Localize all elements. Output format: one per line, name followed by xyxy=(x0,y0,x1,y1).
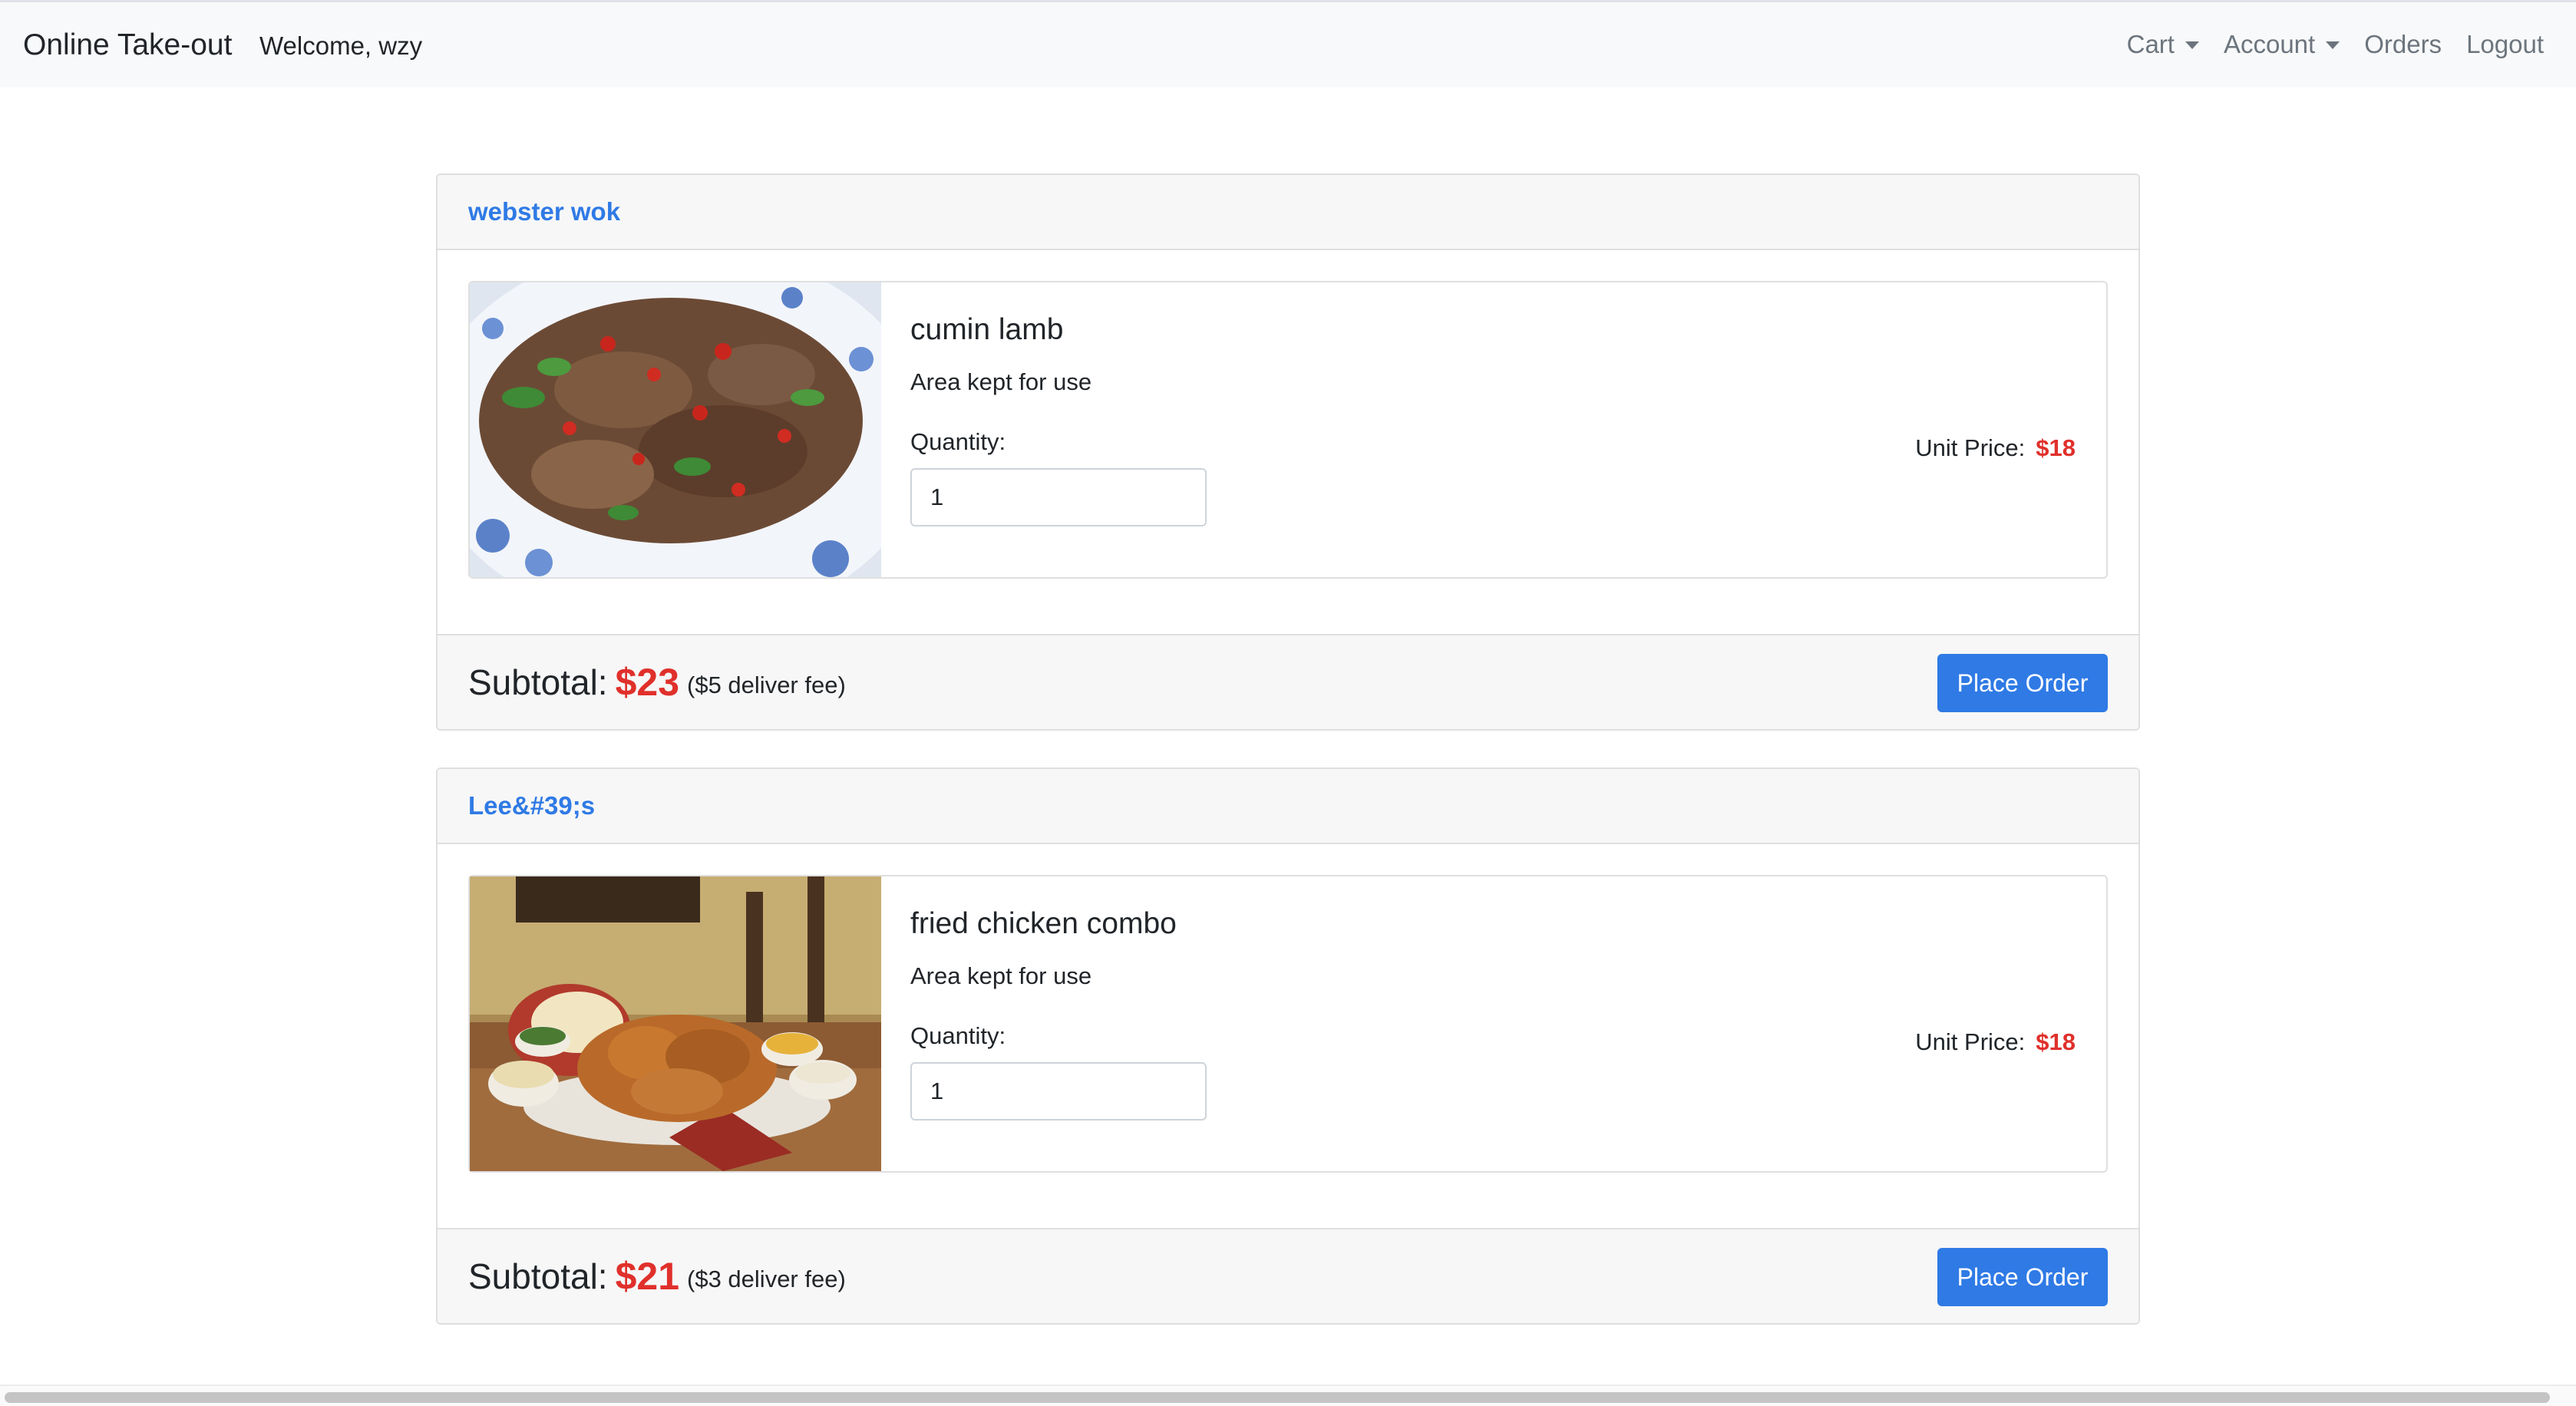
cart-label: Cart xyxy=(2126,30,2175,58)
card-footer: Subtotal: $21 ($3 deliver fee) Place Ord… xyxy=(438,1228,2138,1323)
orders-link[interactable]: Orders xyxy=(2364,30,2442,59)
subtotal-value: $23 xyxy=(615,661,680,704)
card-body: cumin lamb Area kept for use Quantity: U… xyxy=(438,250,2138,634)
card-header: Lee&#39;s xyxy=(438,769,2138,844)
navbar: Online Take-out Welcome, wzy Cart Accoun… xyxy=(0,0,2576,87)
order-card: webster wok cumin lamb Area kept for use… xyxy=(436,173,2140,731)
subtotal-label: Subtotal: xyxy=(468,1256,608,1296)
item-note: Area kept for use xyxy=(910,962,1092,989)
cumin-lamb-image xyxy=(470,282,881,577)
delivery-fee: ($5 deliver fee) xyxy=(687,672,846,698)
cart-dropdown[interactable]: Cart xyxy=(2127,30,2199,59)
restaurant-link[interactable]: webster wok xyxy=(468,197,620,226)
unit-price-value: $18 xyxy=(2036,434,2076,461)
logout-link[interactable]: Logout xyxy=(2466,30,2544,59)
card-header: webster wok xyxy=(438,175,2138,250)
card-footer: Subtotal: $23 ($5 deliver fee) Place Ord… xyxy=(438,634,2138,729)
nav-links: Cart Account Orders Logout xyxy=(2102,30,2544,59)
subtotal-value: $21 xyxy=(615,1255,680,1298)
item-name: cumin lamb xyxy=(910,313,1064,346)
cart-item: fried chicken combo Area kept for use Qu… xyxy=(468,875,2108,1173)
place-order-button[interactable]: Place Order xyxy=(1937,654,2108,712)
orders-list: webster wok cumin lamb Area kept for use… xyxy=(436,173,2140,1361)
cumin-lamb-photo xyxy=(470,282,881,577)
quantity-label: Quantity: xyxy=(910,1022,1006,1049)
item-note: Area kept for use xyxy=(910,368,1092,395)
chevron-down-icon xyxy=(2326,41,2340,49)
horizontal-scrollbar[interactable] xyxy=(0,1385,2576,1406)
scrollbar-thumb[interactable] xyxy=(5,1392,2550,1403)
item-info: cumin lamb Area kept for use Quantity: xyxy=(881,282,1207,577)
account-label: Account xyxy=(2223,30,2316,58)
quantity-input[interactable] xyxy=(910,468,1207,526)
unit-price: Unit Price: $18 xyxy=(1915,434,2076,462)
place-order-button[interactable]: Place Order xyxy=(1937,1248,2108,1306)
welcome-text: Welcome, wzy xyxy=(259,31,423,60)
quantity-label: Quantity: xyxy=(910,428,1006,455)
fried-chicken-photo xyxy=(470,876,881,1171)
unit-price-label: Unit Price: xyxy=(1915,434,2026,461)
order-card: Lee&#39;s fried chicken combo Area kept … xyxy=(436,767,2140,1325)
item-info: fried chicken combo Area kept for use Qu… xyxy=(881,876,1207,1171)
restaurant-link[interactable]: Lee&#39;s xyxy=(468,791,595,820)
quantity-input[interactable] xyxy=(910,1062,1207,1121)
brand-link[interactable]: Online Take-out xyxy=(23,28,232,62)
card-body: fried chicken combo Area kept for use Qu… xyxy=(438,844,2138,1228)
delivery-fee: ($3 deliver fee) xyxy=(687,1266,846,1292)
fried-chicken-image xyxy=(470,876,881,1171)
unit-price: Unit Price: $18 xyxy=(1915,1028,2076,1056)
unit-price-value: $18 xyxy=(2036,1028,2076,1055)
cart-item: cumin lamb Area kept for use Quantity: U… xyxy=(468,281,2108,579)
account-dropdown[interactable]: Account xyxy=(2224,30,2340,59)
subtotal-label: Subtotal: xyxy=(468,662,608,702)
unit-price-label: Unit Price: xyxy=(1915,1028,2026,1055)
chevron-down-icon xyxy=(2185,41,2199,49)
item-name: fried chicken combo xyxy=(910,907,1177,940)
